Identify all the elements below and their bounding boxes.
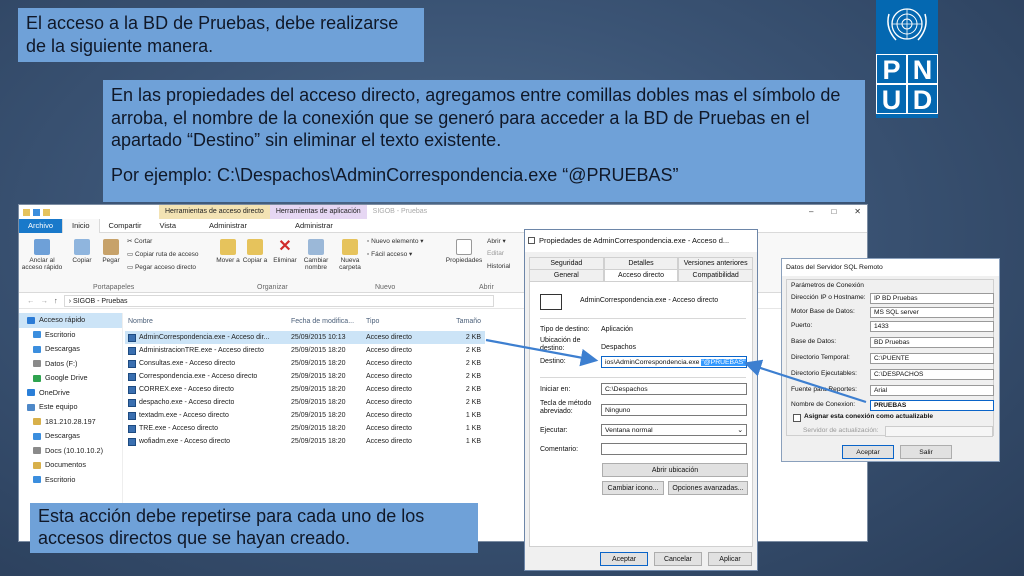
arrow-file-to-target <box>485 338 599 367</box>
annotation-arrows <box>485 338 867 404</box>
arrow-connection-to-target <box>743 359 867 404</box>
